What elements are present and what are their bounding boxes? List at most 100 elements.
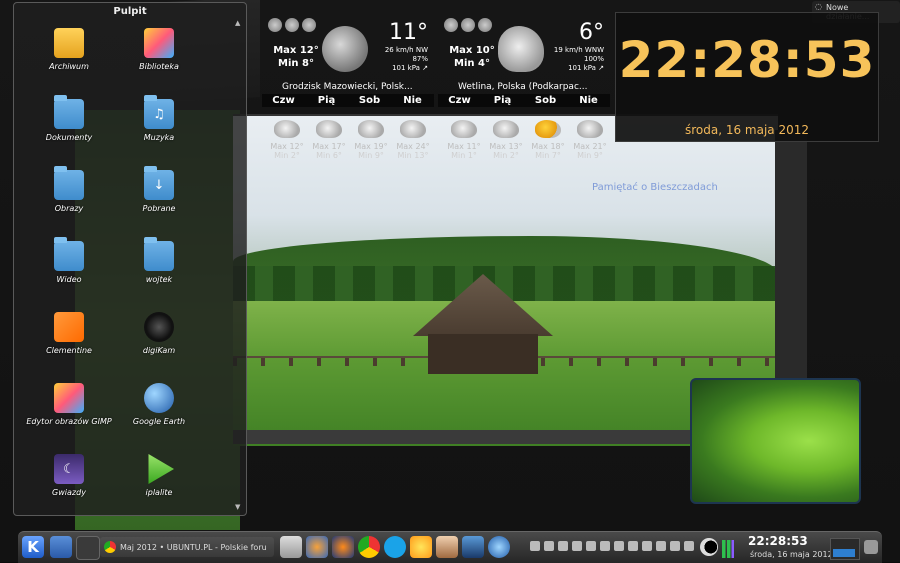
taskbar-task-browser[interactable]: Maj 2012 • UBUNTU.PL - Polskie foru — [100, 537, 274, 557]
eye-app-icon[interactable] — [436, 536, 458, 558]
pager-icon[interactable] — [76, 536, 100, 560]
item-label: Wideo — [56, 275, 82, 284]
tray-icon[interactable] — [628, 541, 638, 551]
moon-phase-icon[interactable] — [700, 538, 718, 556]
volume-icon[interactable] — [614, 541, 624, 551]
item-label: Google Earth — [132, 417, 186, 426]
desktop-item-archiwum[interactable]: Archiwum — [24, 25, 114, 96]
tray-icon[interactable] — [670, 541, 680, 551]
digikam-icon — [144, 312, 174, 342]
taskbar-clock-date[interactable]: środa, 16 maja 2012 — [750, 550, 833, 559]
sun-cloud-icon — [535, 120, 561, 138]
cloud-icon — [316, 120, 342, 138]
thunderbird-icon[interactable] — [306, 536, 328, 558]
chrome-launcher-icon[interactable] — [358, 536, 380, 558]
cashew-icon[interactable] — [864, 540, 878, 554]
skype-icon[interactable] — [384, 536, 406, 558]
system-monitor-icon[interactable] — [722, 540, 734, 558]
tray-icon[interactable] — [572, 541, 582, 551]
cloud-icon — [274, 120, 300, 138]
desktop-item-pobrane[interactable]: ↓ Pobrane — [114, 166, 204, 238]
tray-icon[interactable] — [656, 541, 666, 551]
weather-provider-icons — [268, 18, 316, 32]
item-label: Biblioteka — [139, 62, 179, 71]
clock-time: 22:28:53 — [618, 31, 876, 89]
scroll-down-icon[interactable]: ▼ — [235, 503, 240, 511]
weather-current-temp: 6° — [579, 20, 604, 45]
tray-icon[interactable] — [544, 541, 554, 551]
music-folder-icon: ♫ — [144, 95, 174, 129]
item-label: wojtek — [145, 275, 173, 284]
stars-icon: ☾ — [54, 454, 84, 484]
downloads-folder-icon: ↓ — [144, 166, 174, 200]
weather-widget-wetlina[interactable]: Max 10° Min 4° 6° 19 km/h WNW 100% 101 kPa … — [438, 16, 610, 116]
weather-details: 26 km/h NW 87% 101 kPa ↗ — [384, 46, 428, 72]
weather-forecast-grodzisk: Max 12° Min 2° Max 17° Min 6° Max 19° Min 9… — [266, 120, 434, 160]
desktop-item-iplalite[interactable]: iplalite — [114, 451, 204, 522]
show-desktop-icon[interactable] — [50, 536, 72, 558]
desktop-item-muzyka[interactable]: ♫ Muzyka — [114, 95, 204, 167]
desktop-item-gwiazdy[interactable]: ☾ Gwiazdy — [24, 451, 114, 522]
item-label: digiKam — [142, 346, 176, 355]
browser-icon[interactable] — [488, 536, 510, 558]
iplalite-icon — [148, 454, 174, 484]
weather-app-icon[interactable] — [410, 536, 432, 558]
gimp-icon — [54, 383, 84, 413]
item-label: Archiwum — [49, 62, 89, 71]
folder-view-widget[interactable]: Pulpit ▲ ▼ Archiwum Biblioteka Dokumenty… — [13, 2, 247, 516]
weather-details: 19 km/h WNW 100% 101 kPa ↗ — [553, 46, 604, 72]
pictures-folder-icon — [54, 166, 84, 200]
archive-folder-icon — [54, 28, 84, 58]
desktop-item-dokumenty[interactable]: Dokumenty — [24, 95, 114, 167]
item-label: Dokumenty — [45, 133, 93, 142]
item-label: Clementine — [46, 346, 92, 355]
desktop-item-obrazy[interactable]: Obrazy — [24, 166, 114, 238]
desktop-item-clementine[interactable]: Clementine — [24, 309, 114, 380]
desktop-item-gimp[interactable]: Edytor obrazów GIMP — [24, 380, 114, 451]
weather-provider-icons — [444, 18, 492, 32]
desktop-item-wojtek[interactable]: wojtek — [114, 237, 204, 309]
item-label: Gwiazdy — [52, 488, 86, 497]
weather-location: Grodzisk Mazowiecki, Polsk... — [282, 82, 413, 92]
weather-widget-grodzisk[interactable]: Max 12° Min 8° 11° 26 km/h NW 87% 101 kPa ↗… — [262, 16, 434, 116]
network-icon[interactable] — [642, 541, 652, 551]
photo-frame-widget[interactable] — [690, 378, 861, 504]
weather-days-row: Czw Pią Sob Nie — [438, 94, 610, 107]
weather-forecast-wetlina: Max 11° Min 1° Max 13° Min 2° Max 18° Min 7… — [443, 120, 611, 160]
item-label: iplalite — [145, 488, 173, 497]
clementine-icon — [54, 312, 84, 342]
desktop-item-digikam[interactable]: digiKam — [114, 309, 204, 380]
taskbar-clock-time[interactable]: 22:28:53 — [748, 534, 808, 548]
cloud-icon — [577, 120, 603, 138]
network-graph-icon[interactable] — [830, 538, 860, 560]
tray-icon[interactable] — [600, 541, 610, 551]
video-folder-icon — [54, 237, 84, 271]
tray-icon[interactable] — [530, 541, 540, 551]
system-tray — [530, 541, 694, 551]
desktop-item-google-earth[interactable]: Google Earth — [114, 380, 204, 451]
calculator-icon[interactable] — [280, 536, 302, 558]
folder-view-title: Pulpit — [113, 6, 147, 17]
moon-icon — [322, 26, 368, 72]
memory-caption: Pamiętać o Bieszczadach — [592, 182, 718, 193]
task-label: Maj 2012 • UBUNTU.PL - Polskie foru — [120, 542, 267, 552]
folder-view-scrollbar[interactable]: ▲ ▼ — [235, 19, 243, 511]
firefox-icon[interactable] — [332, 536, 354, 558]
cloud-icon — [400, 120, 426, 138]
home-folder-icon — [144, 237, 174, 271]
digital-clock-widget[interactable]: 22:28:53 środa, 16 maja 2012 — [615, 12, 879, 142]
tray-icon[interactable] — [684, 541, 694, 551]
weather-current-temp: 11° — [389, 20, 428, 45]
video-editor-icon[interactable] — [462, 536, 484, 558]
item-label: Pobrane — [142, 204, 176, 213]
tray-icon[interactable] — [558, 541, 568, 551]
weather-today-range: Max 10° Min 4° — [449, 45, 495, 69]
desktop-item-wideo[interactable]: Wideo — [24, 237, 114, 309]
kde-menu-button[interactable]: K — [22, 536, 44, 558]
wallpaper-gazebo — [428, 334, 538, 374]
clock-date: środa, 16 maja 2012 — [684, 123, 810, 137]
tray-icon[interactable] — [586, 541, 596, 551]
desktop-item-biblioteka[interactable]: Biblioteka — [114, 25, 204, 96]
weather-location: Wetlina, Polska (Podkarpac... — [458, 82, 588, 92]
scroll-up-icon[interactable]: ▲ — [235, 19, 240, 27]
